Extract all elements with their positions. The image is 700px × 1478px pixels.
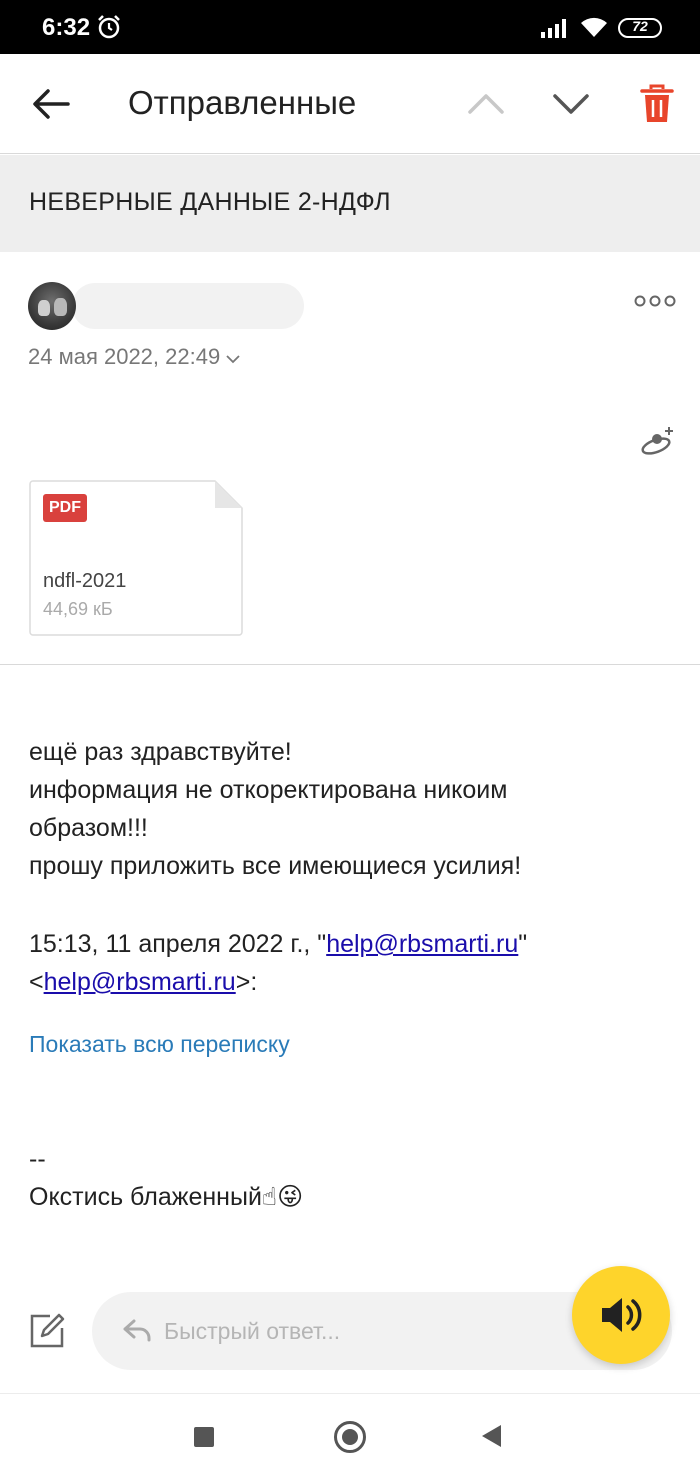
signature-separator: -- xyxy=(29,1145,46,1173)
show-all-thread-link[interactable]: Показать всю переписку xyxy=(29,1031,290,1058)
email-link[interactable]: help@rbsmarti.ru xyxy=(44,968,236,996)
reply-arrow-icon xyxy=(123,1319,151,1342)
avatar[interactable] xyxy=(28,282,76,330)
recents-icon[interactable] xyxy=(194,1427,214,1447)
trash-icon[interactable] xyxy=(640,84,674,124)
message-body-line: ещё раз здравствуйте! xyxy=(29,738,292,766)
more-options-icon[interactable] xyxy=(634,294,676,308)
attachment-name: ndfl-2021 xyxy=(43,570,127,592)
email-link[interactable]: help@rbsmarti.ru xyxy=(326,930,518,958)
attachment-size: 44,69 кБ xyxy=(43,599,113,619)
message-body-line: прошу приложить все имеющиеся усилия! xyxy=(29,852,522,880)
speaker-icon xyxy=(602,1298,642,1332)
quote-prefix: 15:13, 11 апреля 2022 г., " xyxy=(29,930,327,958)
battery-icon: 72 xyxy=(618,18,662,38)
status-time: 6:32 xyxy=(42,14,91,41)
quick-reply-placeholder: Быстрый ответ... xyxy=(164,1318,341,1344)
message-body-line: информация не откоректирована никоим xyxy=(29,776,508,804)
home-icon[interactable] xyxy=(334,1421,366,1453)
previous-message-chevron-up-icon[interactable] xyxy=(466,88,506,118)
sender-name-redacted[interactable] xyxy=(72,283,304,329)
system-nav-bar xyxy=(0,1393,700,1478)
voice-assistant-button[interactable] xyxy=(572,1266,670,1364)
quote-header-line-2: <help@rbsmarti.ru>: xyxy=(29,963,257,1001)
battery-level: 72 xyxy=(632,18,648,34)
signature: Окстись блаженный☝😜 xyxy=(29,1183,304,1211)
message-date[interactable]: 24 мая 2022, 22:49 xyxy=(28,344,240,370)
pdf-badge-icon: PDF xyxy=(43,494,87,522)
quote-open: < xyxy=(29,968,44,996)
toolbar: Отправленные xyxy=(0,54,700,154)
quote-header: 15:13, 11 апреля 2022 г., "help@rbsmarti… xyxy=(29,925,527,963)
add-contact-icon[interactable] xyxy=(640,424,676,458)
subject-bar: НЕВЕРНЫЕ ДАННЫЕ 2-НДФЛ xyxy=(0,155,700,252)
next-message-chevron-down-icon[interactable] xyxy=(551,88,591,118)
back-arrow-icon[interactable] xyxy=(30,86,70,122)
signal-icon xyxy=(541,19,566,38)
quote-close: >: xyxy=(235,968,258,996)
message-body-line: образом!!! xyxy=(29,814,148,842)
system-back-icon[interactable] xyxy=(482,1425,501,1447)
attachment-card[interactable]: PDF ndfl-2021 44,69 кБ xyxy=(29,480,243,636)
subject-text: НЕВЕРНЫЕ ДАННЫЕ 2-НДФЛ xyxy=(29,188,391,216)
divider xyxy=(0,664,700,665)
quote-mid: " xyxy=(518,930,528,958)
alarm-clock-icon xyxy=(98,15,120,39)
status-bar: 6:32 72 xyxy=(0,0,700,54)
compose-icon[interactable] xyxy=(28,1312,66,1350)
page-title: Отправленные xyxy=(128,84,357,121)
message-date-text: 24 мая 2022, 22:49 xyxy=(28,344,221,369)
wifi-icon xyxy=(581,17,607,37)
chevron-down-icon xyxy=(226,355,240,364)
